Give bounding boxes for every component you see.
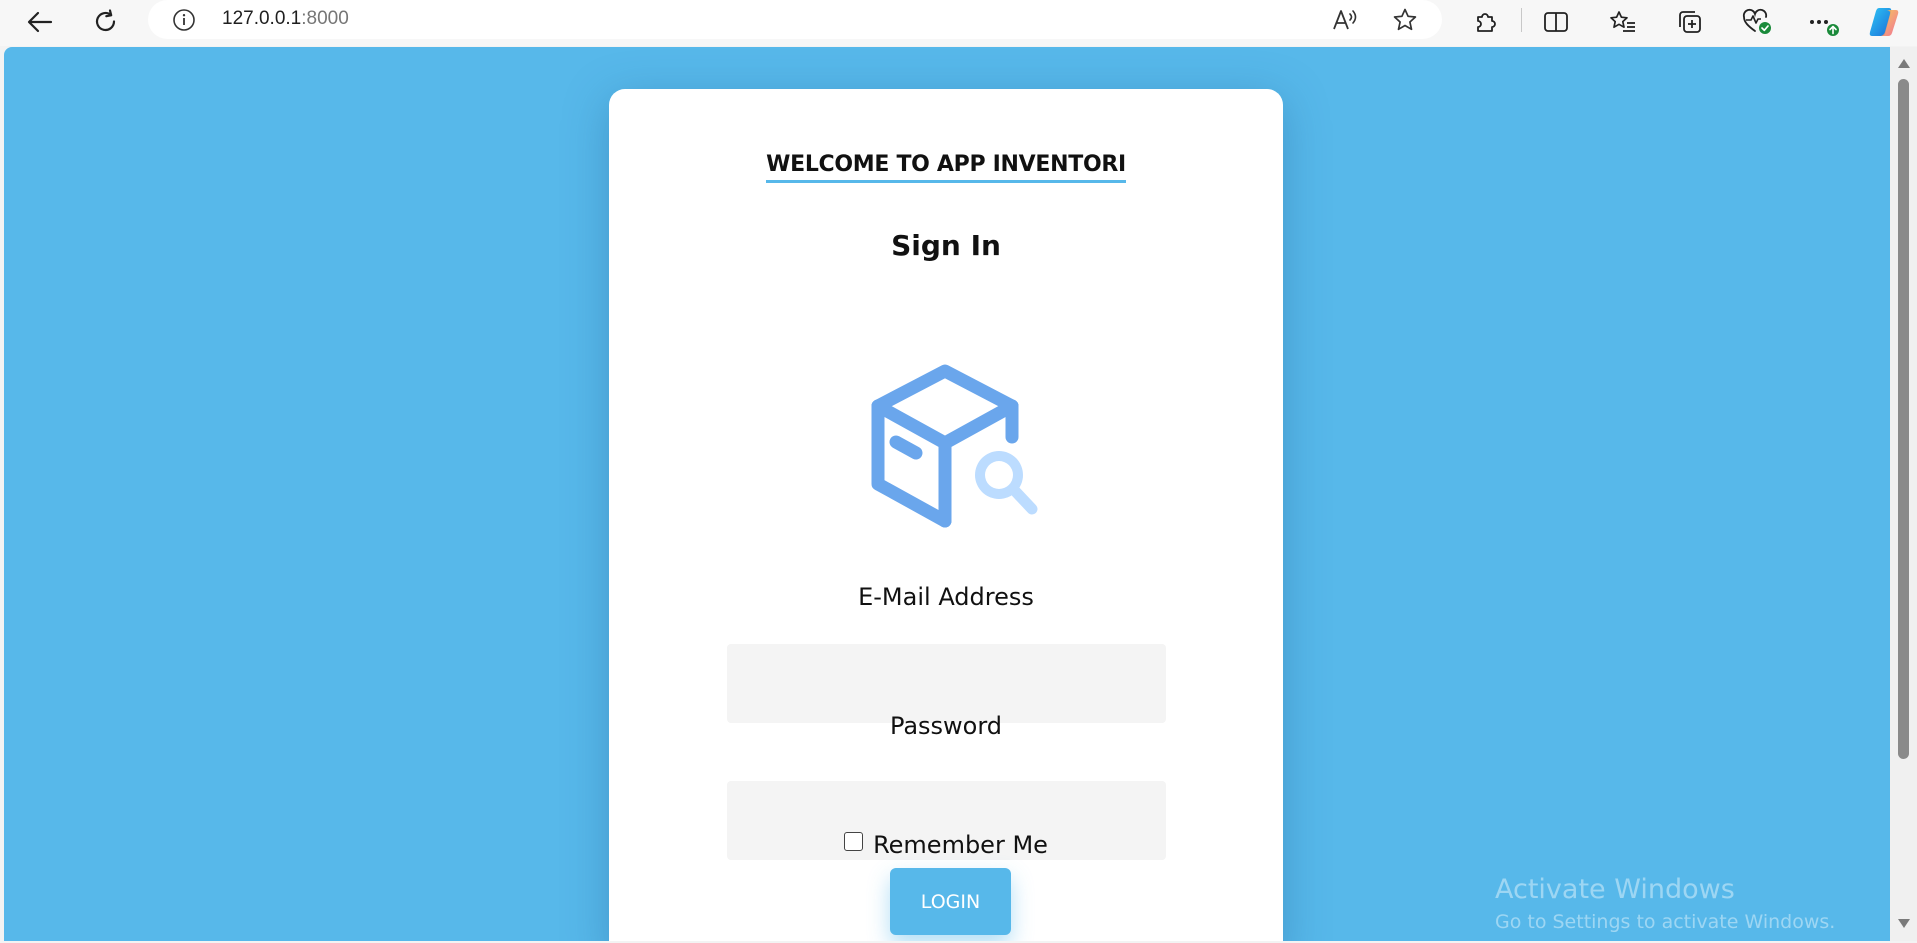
url-host: 127.0.0.1 xyxy=(222,8,302,29)
windows-activation-watermark: Activate Windows Go to Settings to activ… xyxy=(1495,873,1835,937)
info-icon xyxy=(173,9,195,31)
site-info-button[interactable] xyxy=(172,8,196,32)
page-viewport: WELCOME TO APP INVENTORI Sign In E-Mail … xyxy=(4,47,1890,941)
star-icon xyxy=(1393,8,1417,31)
email-label: E-Mail Address xyxy=(858,583,1034,611)
refresh-icon xyxy=(95,9,116,32)
split-screen-button[interactable] xyxy=(1538,4,1574,40)
collections-button[interactable] xyxy=(1672,4,1708,40)
scroll-down-arrow[interactable] xyxy=(1898,919,1910,928)
copilot-icon xyxy=(1869,8,1899,36)
welcome-title: WELCOME TO APP INVENTORI xyxy=(766,152,1126,183)
box-search-icon xyxy=(871,364,1038,528)
toolbar-separator xyxy=(1521,8,1522,32)
login-card: WELCOME TO APP INVENTORI Sign In E-Mail … xyxy=(609,89,1283,941)
split-screen-icon xyxy=(1544,12,1568,32)
collections-icon xyxy=(1679,11,1701,33)
browser-essentials-button[interactable] xyxy=(1739,4,1775,40)
heart-pulse-icon xyxy=(1742,8,1771,34)
remember-me-checkbox[interactable] xyxy=(844,832,864,851)
watermark-subtitle: Go to Settings to activate Windows. xyxy=(1495,911,1836,933)
scrollbar-thumb[interactable] xyxy=(1898,79,1909,759)
ellipsis-icon xyxy=(1810,20,1839,36)
puzzle-icon xyxy=(1477,13,1496,32)
read-aloud-icon xyxy=(1333,10,1357,30)
watermark-title: Activate Windows xyxy=(1495,874,1735,905)
page-scrollbar[interactable] xyxy=(1890,47,1917,941)
copilot-button[interactable] xyxy=(1866,4,1902,40)
more-button[interactable] xyxy=(1806,4,1842,40)
favorites-button[interactable] xyxy=(1605,4,1641,40)
remember-me-label[interactable]: Remember Me xyxy=(873,831,1048,859)
url-text[interactable]: 127.0.0.1:8000 xyxy=(222,7,349,31)
browser-toolbar: 127.0.0.1:8000 xyxy=(0,0,1917,46)
url-port: :8000 xyxy=(301,8,349,29)
arrow-left-icon xyxy=(27,11,53,33)
back-button[interactable] xyxy=(22,4,58,40)
login-button[interactable]: LOGIN xyxy=(890,868,1011,935)
signin-title: Sign In xyxy=(891,229,1001,262)
favorites-list-icon xyxy=(1610,11,1635,32)
scroll-up-arrow[interactable] xyxy=(1898,59,1910,68)
address-bar[interactable]: 127.0.0.1:8000 xyxy=(148,0,1442,39)
extensions-button[interactable] xyxy=(1468,4,1504,40)
refresh-button[interactable] xyxy=(88,4,124,40)
welcome-heading: WELCOME TO APP INVENTORI xyxy=(609,152,1283,183)
password-label: Password xyxy=(889,712,1003,740)
read-aloud-button[interactable] xyxy=(1328,3,1362,37)
favorite-button[interactable] xyxy=(1388,3,1422,37)
remember-me-row[interactable]: Remember Me xyxy=(609,831,1283,859)
